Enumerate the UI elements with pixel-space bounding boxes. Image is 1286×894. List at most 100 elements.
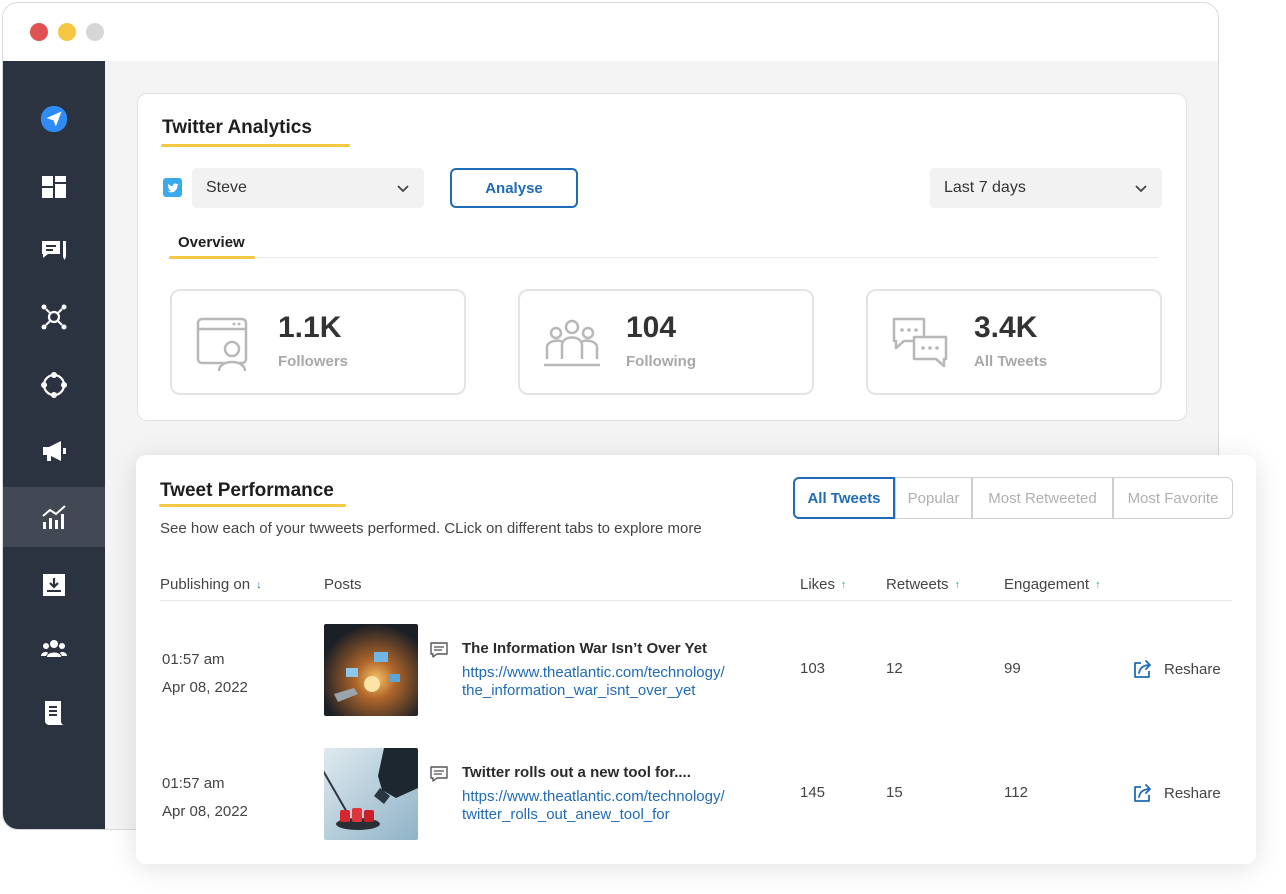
account-select[interactable]: Steve [192,168,424,208]
tab-popular[interactable]: Popular [895,477,972,519]
column-header-publishing[interactable]: Publishing on ↓ [160,576,262,593]
post-link-line: https://www.theatlantic.com/technology/ [462,788,725,805]
maximize-window-button[interactable] [86,23,104,41]
title-underline [159,504,346,507]
sidebar-item-analytics[interactable] [3,487,105,547]
column-header-label: Engagement [1004,576,1090,593]
column-header-posts: Posts [324,576,362,593]
post-thumbnail[interactable] [324,624,418,716]
column-header-engagement[interactable]: Engagement ↑ [1004,576,1101,593]
sort-down-arrow-icon: ↓ [256,578,262,591]
sort-up-arrow-icon: ↑ [841,578,847,591]
post-link[interactable]: https://www.theatlantic.com/technology/ … [462,788,782,824]
publish-time: 01:57 am [162,651,225,668]
followers-icon [196,317,248,372]
title-underline [161,144,350,147]
comment-icon [430,766,448,782]
tabs-divider [168,257,1158,258]
date-range-select[interactable]: Last 7 days [930,168,1162,208]
sidebar-item-network[interactable] [3,287,105,347]
tweet-performance-title: Tweet Performance [160,480,334,501]
publish-date: Apr 08, 2022 [162,679,248,696]
post-link[interactable]: https://www.theatlantic.com/technology/ … [462,664,782,700]
people-group-icon [544,319,600,367]
share-icon [1134,784,1151,802]
post-title: Twitter rolls out a new tool for.... [462,764,691,781]
likes-count: 103 [800,660,826,677]
reshare-label: Reshare [1164,660,1221,678]
chevron-down-icon [397,185,409,193]
engagement-count: 112 [1004,784,1028,801]
publish-date: Apr 08, 2022 [162,803,248,820]
publish-datetime: 01:57 am Apr 08, 2022 [162,770,248,826]
close-window-button[interactable] [30,23,48,41]
sidebar-item-connections[interactable] [3,355,105,415]
column-header-label: Publishing on [160,576,251,593]
engagement-count: 99 [1004,660,1021,677]
sidebar-item-dashboard[interactable] [3,157,105,217]
reshare-button[interactable]: Reshare [1132,782,1221,804]
column-header-label: Posts [324,576,362,593]
post-link-line: twitter_rolls_out_anew_tool_for [462,806,670,823]
column-header-retweets[interactable]: Retweets ↑ [886,576,960,593]
tweet-performance-subtitle: See how each of your twweets performed. … [160,520,702,537]
dashboard-icon [42,176,66,198]
stat-label: All Tweets [974,353,1048,370]
column-header-label: Likes [800,576,836,593]
column-header-label: Retweets [886,576,949,593]
stat-card-following: 104 Following [518,289,814,395]
reshare-button[interactable]: Reshare [1132,658,1221,680]
publish-datetime: 01:57 am Apr 08, 2022 [162,646,248,702]
post-link-line: https://www.theatlantic.com/technology/ [462,664,725,681]
performance-tabs: All Tweets Popular Most Retweeted Most F… [793,477,1233,519]
twitter-icon [163,178,182,197]
tab-overview[interactable]: Overview [178,234,245,251]
tab-most-favorite[interactable]: Most Favorite [1113,477,1233,519]
window-titlebar [3,3,1218,61]
table-row: 01:57 am Apr 08, 2022 Twitter rolls out … [0,748,1286,848]
stat-value: 104 [626,311,677,344]
paper-plane-logo-icon [40,105,68,133]
comment-icon [430,642,448,658]
post-title: The Information War Isn’t Over Yet [462,640,708,657]
sort-up-arrow-icon: ↑ [1095,578,1101,591]
table-row: 01:57 am Apr 08, 2022 The Information Wa… [0,624,1286,724]
stat-label: Followers [278,353,349,370]
retweets-count: 15 [886,784,903,801]
download-tray-icon [43,574,65,596]
chat-bubbles-icon [892,317,948,368]
publish-time: 01:57 am [162,775,225,792]
date-range-select-value: Last 7 days [944,179,1026,196]
stat-card-all-tweets: 3.4K All Tweets [866,289,1162,395]
stat-card-followers: 1.1K Followers [170,289,466,395]
stat-value: 1.1K [278,311,342,344]
tab-most-retweeted[interactable]: Most Retweeted [972,477,1113,519]
sidebar-item-downloads[interactable] [3,555,105,615]
sidebar-item-logo[interactable] [3,89,105,149]
post-link-line: the_information_war_isnt_over_yet [462,682,696,699]
megaphone-icon [43,441,66,461]
account-select-value: Steve [206,179,247,196]
likes-count: 145 [800,784,826,801]
network-nodes-icon [41,304,67,330]
stat-label: Following [626,353,696,370]
retweets-count: 12 [886,660,903,677]
chevron-down-icon [1135,185,1147,193]
table-header-divider [160,600,1232,601]
twitter-analytics-title: Twitter Analytics [162,117,312,138]
bar-chart-icon [42,505,66,529]
sidebar-item-campaigns[interactable] [3,421,105,481]
sidebar-item-messages[interactable] [3,221,105,281]
reshare-label: Reshare [1164,784,1221,802]
stat-value: 3.4K [974,311,1038,344]
sort-up-arrow-icon: ↑ [954,578,961,591]
column-header-likes[interactable]: Likes ↑ [800,576,847,593]
minimize-window-button[interactable] [58,23,76,41]
post-thumbnail[interactable] [324,748,418,840]
tab-overview-underline [169,256,255,259]
tab-all-tweets[interactable]: All Tweets [793,477,895,519]
share-icon [1134,660,1151,678]
circle-nodes-icon [41,372,67,398]
analyse-button[interactable]: Analyse [450,168,578,208]
comment-edit-icon [42,241,66,260]
